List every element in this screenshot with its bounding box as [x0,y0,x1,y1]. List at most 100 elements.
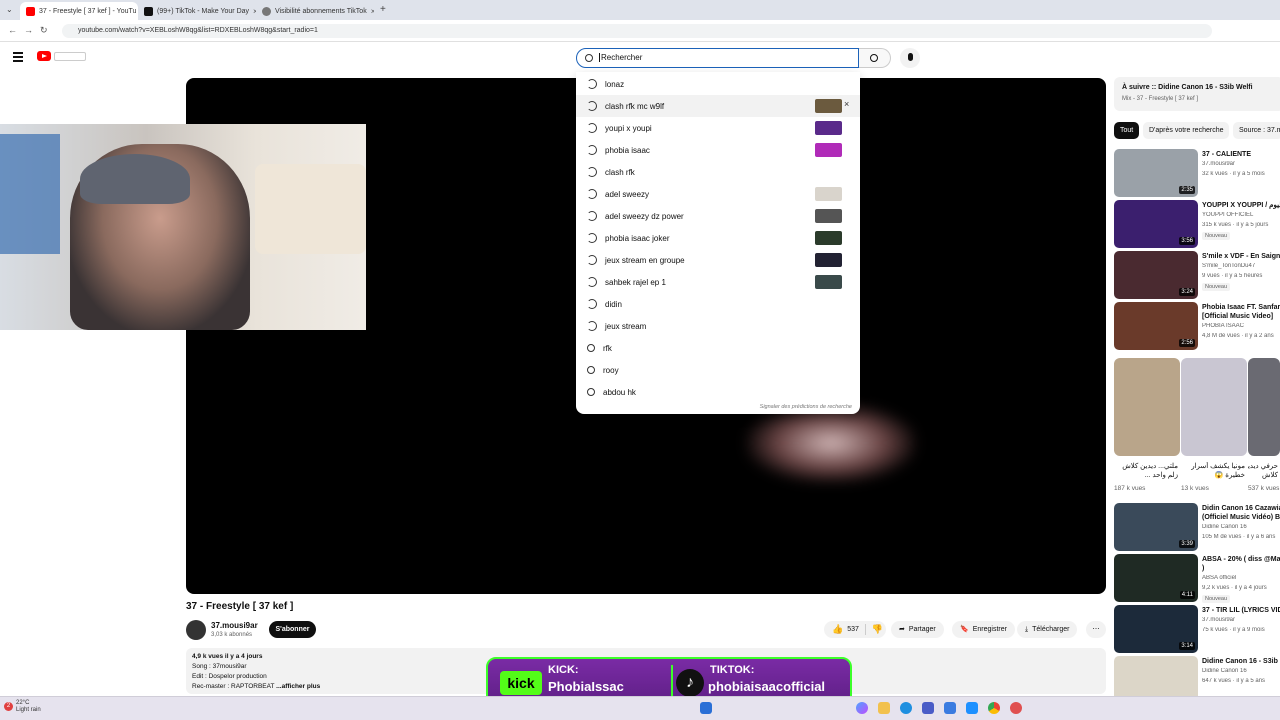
video-channel[interactable]: Didine Canon 16 [1202,524,1280,530]
video-thumbnail[interactable]: 2:35 [1114,149,1198,197]
suggestion-item[interactable]: adel sweezy [576,183,860,205]
hamburger-menu-icon[interactable] [13,52,23,62]
recommended-video[interactable]: 4:11 ABSA - 20% ( diss @Mass) ABSA officie… [1114,554,1280,603]
suggestion-item[interactable]: phobia isaac [576,139,860,161]
short-thumbnail[interactable] [1181,358,1247,456]
video-channel[interactable]: PHOBIA ISAAC [1202,323,1280,329]
suggestion-item[interactable]: adel sweezy dz power [576,205,860,227]
tab-youtube[interactable]: 37 - Freestyle [ 37 kef ] - YouTu × [20,2,138,20]
video-channel[interactable]: ABSA officiel [1202,575,1280,581]
recommended-video[interactable]: 3:14 37 - TIR LIL (LYRICS VIDE 37.mousi9ar… [1114,605,1280,653]
chip-search-based[interactable]: D'après votre recherche [1143,122,1230,139]
short-title-line2[interactable]: خطيرة 😱 [1181,471,1245,480]
like-count[interactable]: 537 [847,621,859,638]
suggestion-item[interactable]: clash rfk [576,161,860,183]
video-title[interactable]: Didine Canon 16 - S3ib [1202,657,1280,666]
video-channel[interactable]: S'mile_TonTonDu47 [1202,263,1280,269]
notification-badge[interactable]: 2 [4,702,13,711]
suggestion-item[interactable]: didin [576,293,860,315]
video-channel[interactable]: Didine Canon 16 [1202,668,1280,674]
suggestion-item[interactable]: clash rfk mc w9lf × [576,95,860,117]
short-thumbnail[interactable] [1248,358,1280,456]
channel-name[interactable]: 37.mousi9ar [211,621,258,630]
close-icon[interactable]: × [371,7,374,16]
download-button[interactable]: ⤓ Télécharger [1017,621,1078,638]
video-title-line2[interactable]: ) [1202,564,1280,573]
suggestion-item[interactable]: lonaz [576,73,860,95]
video-thumbnail[interactable]: 2:56 [1114,302,1198,350]
app-icon[interactable] [922,702,934,714]
suggestion-item[interactable]: phobia isaac joker [576,227,860,249]
file-explorer-icon[interactable] [878,702,890,714]
thumbs-down-icon[interactable]: 👎 [872,621,883,638]
reload-icon[interactable]: ↻ [40,25,48,36]
suggestion-item[interactable]: abdou hk [576,381,860,403]
video-channel[interactable]: 37.mousi9ar [1202,617,1280,623]
recommended-video[interactable]: 3:24 S'mile x VDF - En Saignant S'mile_Ton… [1114,251,1280,299]
video-title[interactable]: Didin Canon 16 Cazawia [1202,504,1280,513]
save-button[interactable]: 🔖 Enregistrer [952,621,1015,638]
mail-icon[interactable] [944,702,956,714]
video-channel[interactable]: 37.mousi9ar [1202,161,1280,167]
up-next-mix[interactable]: À suivre :: Didine Canon 16 - S3ib Welfi… [1114,77,1280,111]
app-icon[interactable] [1010,702,1022,714]
video-title[interactable]: 37 - TIR LIL (LYRICS VIDE [1202,606,1280,615]
suggestion-item[interactable]: jeux stream [576,315,860,337]
chrome-icon[interactable] [988,702,1000,714]
tab-tiktok[interactable]: (99+) TikTok - Make Your Day × [138,2,256,20]
video-title[interactable]: 37 - CALIENTE [1202,150,1280,159]
forward-arrow-icon[interactable]: → [24,25,33,35]
video-title[interactable]: S'mile x VDF - En Saignant [1202,252,1280,261]
search-input[interactable]: Rechercher [576,48,859,68]
suggestion-item[interactable]: rooy [576,359,860,381]
weather-widget[interactable]: 22°C Light rain [16,700,41,714]
more-actions-button[interactable]: ⋯ [1086,621,1106,638]
chip-source[interactable]: Source : 37.m [1233,122,1280,139]
short-title[interactable]: حرفي ديدين [1248,462,1278,471]
video-title[interactable]: ABSA - 20% ( diss @Mass [1202,555,1280,564]
youtube-logo-icon[interactable] [37,51,51,61]
new-tab-button[interactable]: + [380,4,386,15]
chip-all[interactable]: Tout [1114,122,1140,139]
short-title-line2[interactable]: زلم واحد ... [1114,471,1178,480]
recommended-video[interactable]: 2:56 Phobia Isaac FT. Sanfara [Official Mu… [1114,302,1280,350]
video-thumbnail[interactable]: 3:14 [1114,605,1198,653]
short-title[interactable]: ملتي... ديدين كلاش [1114,462,1178,471]
channel-avatar[interactable] [186,620,206,640]
voice-search-button[interactable] [900,48,920,68]
video-title[interactable]: Phobia Isaac FT. Sanfara [1202,303,1280,312]
short-title-line2[interactable]: كلاش [1248,471,1278,480]
short-title-block[interactable]: ملتي... ديدين كلاش زلم واحد ... [1114,462,1178,480]
short-title-block[interactable]: حرفي ديدينكلاش [1248,462,1278,480]
back-arrow-icon[interactable]: ← [8,25,17,35]
start-icon[interactable] [700,702,712,714]
video-thumbnail[interactable]: 3:24 [1114,251,1198,299]
short-title[interactable]: مونيا يكشف أسرار [1181,462,1245,471]
recommended-video[interactable]: 3:56 YOUPPI X YOUPPI / اليوم YOUPPI OFFICI… [1114,200,1280,248]
edge-icon[interactable] [900,702,912,714]
video-thumbnail[interactable]: 4:11 [1114,554,1198,602]
suggestion-item[interactable]: rfk [576,337,860,359]
video-title-line2[interactable]: (Officiel Music Vidéo) Be [1202,513,1280,522]
tab-list-chevron-icon[interactable]: ⌄ [6,5,13,14]
suggestion-item[interactable]: sahbek rajel ep 1 [576,271,860,293]
search-button[interactable] [859,48,891,68]
thumbs-up-icon[interactable]: 👍 [832,621,843,638]
copilot-icon[interactable] [856,702,868,714]
recommended-video[interactable]: 3:39 Didin Canon 16 Cazawia (Officiel Musi… [1114,503,1280,551]
suggestion-item[interactable]: jeux stream en groupe [576,249,860,271]
suggestion-item[interactable]: youpi x youpi [576,117,860,139]
video-thumbnail[interactable]: 3:56 [1114,200,1198,248]
share-button[interactable]: ➦ Partager [891,621,944,638]
tab-visibilite[interactable]: Visibilité abonnements TikTok × [256,2,374,20]
video-thumbnail[interactable]: 3:39 [1114,503,1198,551]
url-field[interactable]: youtube.com/watch?v=XEBLoshW8qg&list=RDX… [62,24,1212,38]
short-thumbnail[interactable] [1114,358,1180,456]
subscribe-button[interactable]: S'abonner [269,621,316,638]
video-title[interactable]: YOUPPI X YOUPPI / اليوم [1202,201,1280,210]
remove-suggestion-icon[interactable]: × [844,99,849,109]
show-more-link[interactable]: ...afficher plus [276,683,320,690]
video-title-line2[interactable]: [Official Music Video] [1202,312,1280,321]
app-icon[interactable] [966,702,978,714]
recommended-video[interactable]: 2:35 37 - CALIENTE 37.mousi9ar 32 k vues · … [1114,149,1280,197]
